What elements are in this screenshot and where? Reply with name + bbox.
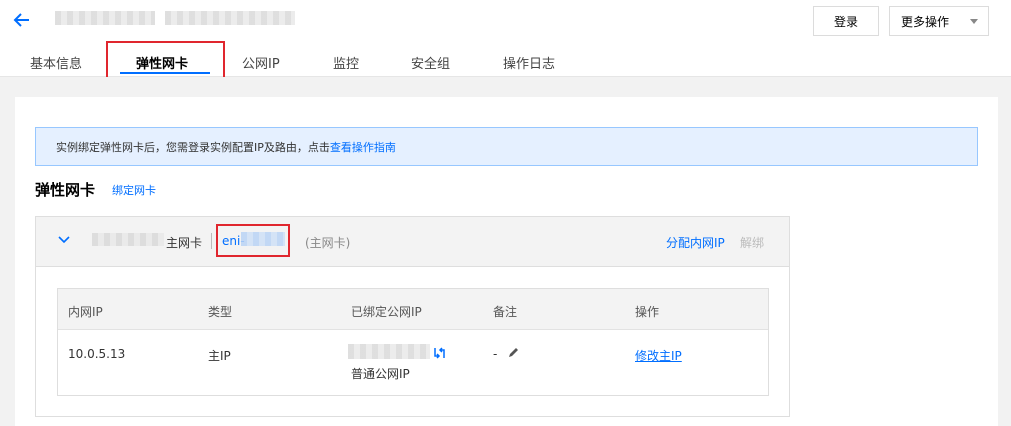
column-header-public-ip: 已绑定公网IP [351, 305, 422, 319]
column-header-private-ip: 内网IP [68, 305, 103, 319]
cell-type: 主IP [208, 349, 231, 363]
column-header-note: 备注 [493, 305, 518, 319]
more-actions-label: 更多操作 [901, 14, 950, 29]
top-bar: 登录 更多操作 [0, 0, 1011, 42]
tab-monitoring[interactable]: 监控 [333, 53, 359, 72]
eni-type-tag: (主网卡) [305, 236, 351, 250]
eni-name-redacted [92, 233, 164, 246]
guide-link[interactable]: 查看操作指南 [330, 139, 396, 155]
section-title: 弹性网卡 [35, 181, 96, 199]
instance-name-redacted [55, 11, 155, 25]
back-arrow-icon[interactable] [12, 10, 32, 30]
swap-icon[interactable] [433, 346, 446, 360]
tab-basic-info[interactable]: 基本信息 [30, 53, 82, 72]
tab-public-ip[interactable]: 公网IP [242, 53, 280, 72]
cell-private-ip: 10.0.5.13 [68, 347, 126, 361]
unbind-link: 解绑 [740, 236, 765, 250]
pencil-icon[interactable] [507, 346, 520, 359]
divider [211, 233, 212, 249]
cell-note: - [493, 347, 498, 361]
more-actions-dropdown[interactable]: 更多操作 [889, 6, 989, 36]
instance-id-redacted [165, 11, 295, 25]
cell-public-ip-type: 普通公网IP [351, 367, 410, 381]
assign-private-ip-link[interactable]: 分配内网IP [666, 234, 725, 251]
chevron-down-icon[interactable] [57, 233, 71, 247]
login-button[interactable]: 登录 [813, 6, 879, 36]
caret-down-icon [970, 19, 978, 24]
column-header-action: 操作 [635, 305, 660, 319]
notice-text: 实例绑定弹性网卡后，您需登录实例配置IP及路由，点击 [56, 140, 330, 154]
info-notice: 实例绑定弹性网卡后，您需登录实例配置IP及路由，点击 查看操作指南 [35, 127, 978, 166]
eni-primary-label: 主网卡 [166, 236, 203, 250]
tab-operation-log[interactable]: 操作日志 [503, 53, 555, 72]
modify-primary-ip-link[interactable]: 修改主IP [635, 347, 682, 364]
tab-security-group[interactable]: 安全组 [411, 53, 450, 72]
bind-eni-link[interactable]: 绑定网卡 [112, 182, 156, 198]
login-button-label: 登录 [833, 14, 858, 29]
column-header-type: 类型 [208, 305, 233, 319]
eni-id-annotation-box [216, 224, 290, 257]
public-ip-redacted [348, 344, 430, 359]
